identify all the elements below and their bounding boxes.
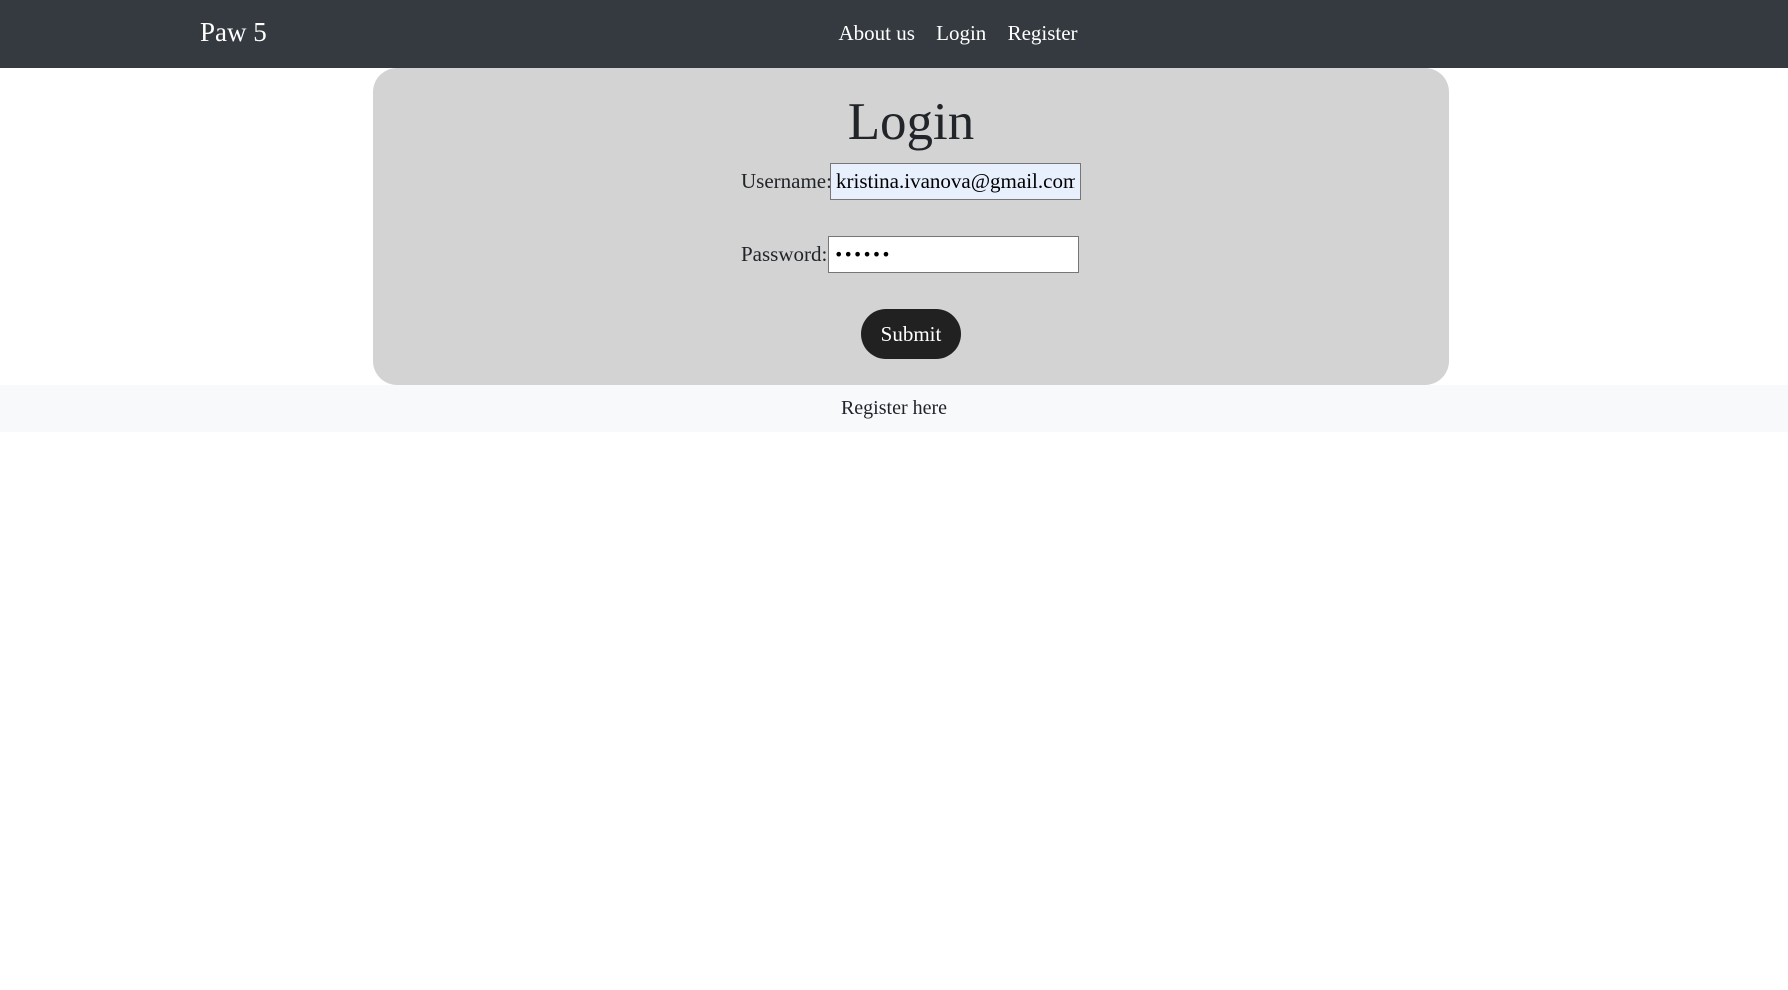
nav-links: About us Login Register [0,18,1788,48]
nav-link-login[interactable]: Login [936,21,986,45]
nav-link-about-us[interactable]: About us [838,21,914,45]
password-input[interactable] [828,236,1079,273]
page-title: Login [847,93,975,151]
nav-links-group: About us Login Register [830,18,1085,48]
top-navbar: Paw 5 About us Login Register [0,0,1788,68]
password-label: Password: [741,242,828,266]
login-card: Login Username: Password: Submit [373,68,1449,385]
footer-link-row: Register here [0,394,1788,422]
submit-button[interactable]: Submit [861,309,961,359]
nav-link-register[interactable]: Register [1008,21,1078,45]
register-here-link[interactable]: Register here [841,397,947,419]
username-label: Username: [741,169,832,193]
footer-bar: Register here [0,385,1788,432]
username-input[interactable] [830,163,1081,200]
